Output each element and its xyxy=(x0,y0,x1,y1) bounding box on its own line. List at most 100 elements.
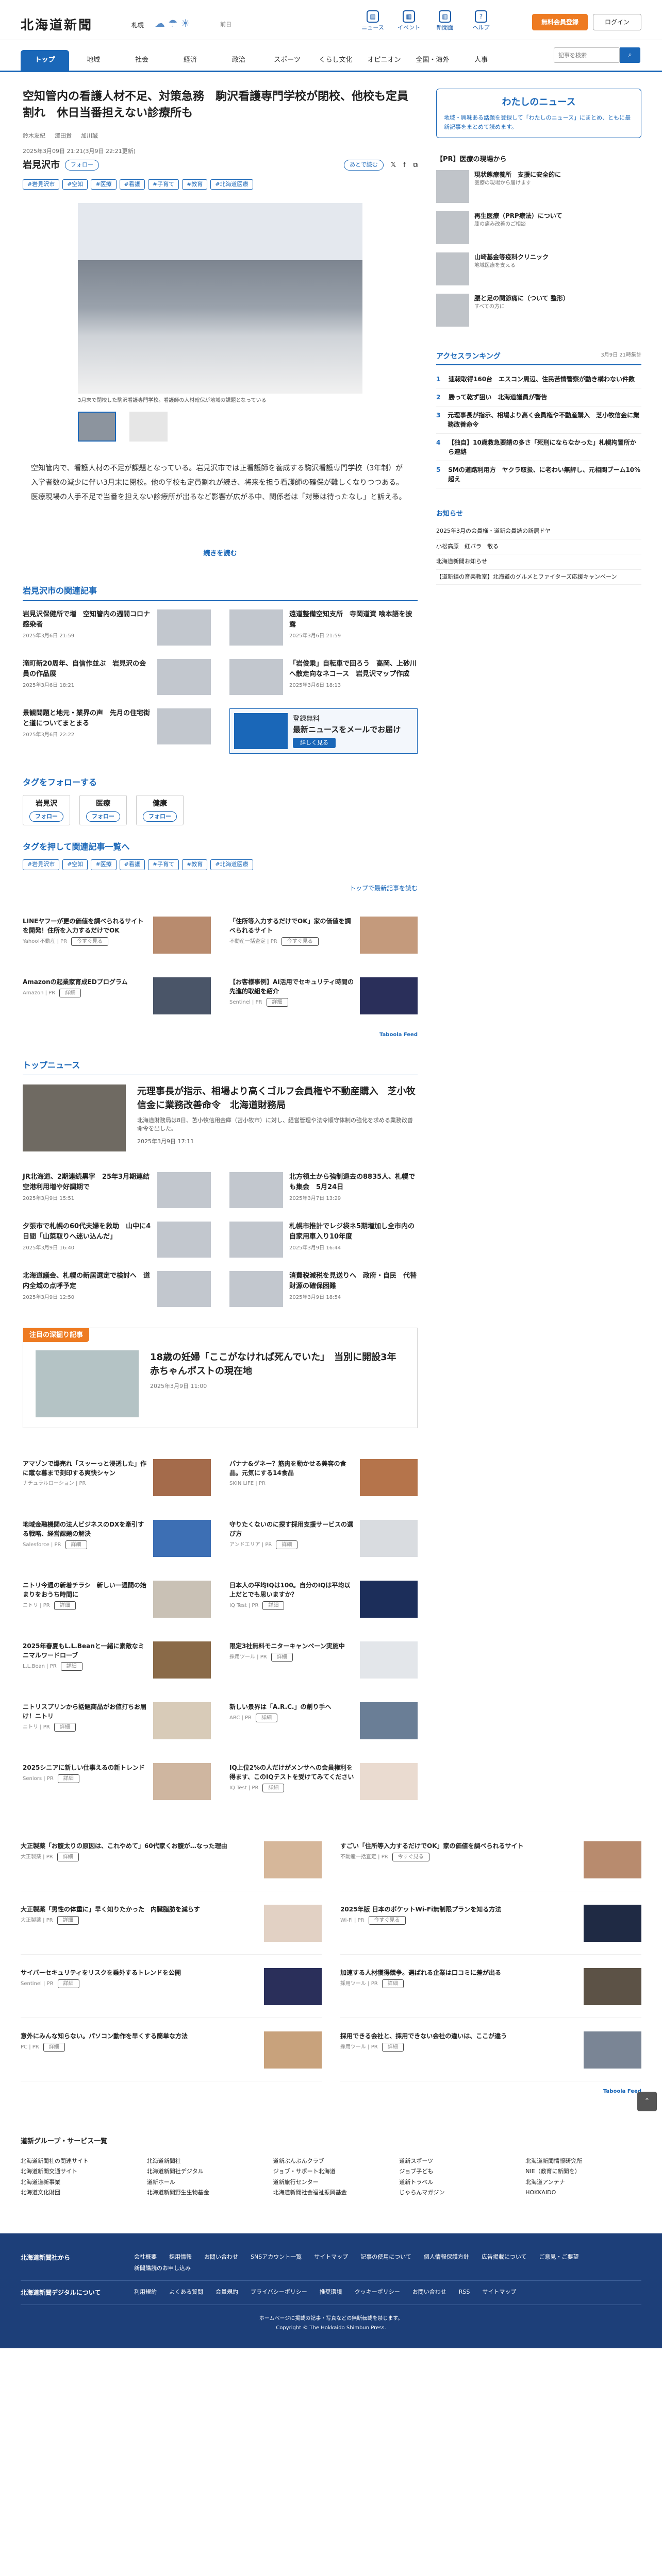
site-logo[interactable]: 北海道新聞 xyxy=(21,15,93,35)
tag-link[interactable]: #子育て xyxy=(147,859,179,870)
tag-link[interactable]: #空知 xyxy=(62,179,88,190)
header-event-button[interactable]: ▦ イベント xyxy=(391,10,427,32)
tag-link[interactable]: #岩見沢市 xyxy=(23,179,60,190)
footer-link[interactable]: よくある質問 xyxy=(169,2288,203,2297)
photo-thumbnail[interactable] xyxy=(78,412,116,442)
ad-button[interactable]: 今すぐ見る xyxy=(281,937,319,946)
taboola-logo[interactable]: Taboola Feed xyxy=(23,1031,418,1039)
group-link[interactable]: 北海道新聞社 xyxy=(147,2157,263,2166)
region-selector[interactable]: 札幌 xyxy=(131,21,144,30)
notice-item[interactable]: 2025年3月の会員様・道新会員誌の新居ドヤ xyxy=(436,524,641,539)
footer-link[interactable]: 推奨環境 xyxy=(320,2288,342,2297)
footer-link[interactable]: 会員規約 xyxy=(216,2288,238,2297)
login-button[interactable]: ログイン xyxy=(593,14,641,30)
ad-item[interactable]: LINEヤフーが更の価値を調べられるサイトを開発！住所を入力するだけでOK Yah… xyxy=(23,916,211,964)
ad-item[interactable]: パナナ&グネー？筋肉を動かせる美容の食品。元気にする14食品 SKIN LIFE … xyxy=(229,1459,418,1506)
mail-signup-banner[interactable]: 登録無料 最新ニュースをメールでお届け 詳しく見る xyxy=(229,708,418,754)
tag-link[interactable]: #北海道医療 xyxy=(210,179,253,190)
group-link[interactable]: 道新スポーツ xyxy=(399,2157,515,2166)
tag-link[interactable]: #岩見沢市 xyxy=(23,859,60,870)
header-news-button[interactable]: ▤ ニュース xyxy=(355,10,391,32)
ad-button[interactable]: 詳細 xyxy=(276,1540,298,1550)
nav-society[interactable]: 社会 xyxy=(118,50,166,71)
related-item[interactable]: 景観問題と地元・業界の声 先月の住宅街と道についてまとまる 2025年3月6日 2… xyxy=(23,708,211,754)
ad-button[interactable]: 詳細 xyxy=(271,1653,293,1662)
nav-opinion[interactable]: オピニオン xyxy=(360,50,408,71)
ad-item[interactable]: 2025年版 日本のポケットWi-Fi無制限プランを知る方法 Wi-Fi | PR… xyxy=(340,1905,641,1955)
group-link[interactable]: 北海道新聞社の関連サイト xyxy=(21,2157,137,2166)
tag-link[interactable]: #子育て xyxy=(147,179,179,190)
pr-item[interactable]: 現状態療養所 支援に安全的に 医療の現場から届けます xyxy=(436,170,641,203)
nav-politics[interactable]: 政治 xyxy=(214,50,263,71)
pr-item[interactable]: 山崎基金等疫科クリニック 地域医療を支える xyxy=(436,252,641,285)
tag-link[interactable]: #北海道医療 xyxy=(210,859,253,870)
ad-item[interactable]: 加速する人材獲得競争。選ばれる企業は口コミに差が出る 採用ツール | PR 詳細 xyxy=(340,1968,641,2019)
ad-item[interactable]: 地域金融機関の法人ビジネスのDXを牽引する戦略、経営課題の解決 Salesforc… xyxy=(23,1520,211,1567)
related-item[interactable]: 岩見沢保健所で増 空知管内の週間コロナ感染者 2025年3月6日 21:59 xyxy=(23,609,211,646)
ad-button[interactable]: 詳細 xyxy=(54,1601,76,1611)
ad-button[interactable]: 詳細 xyxy=(255,1714,277,1723)
footer-link[interactable]: 個人情報保護方針 xyxy=(424,2253,469,2262)
footer-link[interactable]: 新聞購読のお申し込み xyxy=(134,2264,191,2273)
author[interactable]: 鈴木友紀 xyxy=(23,132,45,141)
related-item[interactable]: 遠道整備空知支所 寺岡道資 喰本語を披露 2025年3月6日 21:59 xyxy=(229,609,418,646)
photo-thumbnail[interactable] xyxy=(129,412,168,442)
follow-tag-button[interactable]: フォロー xyxy=(29,811,63,822)
ad-button[interactable]: 詳細 xyxy=(382,2043,404,2052)
ad-item[interactable]: 大正製薬「お腹太りの原因は、これやめて」60代家くお腹が…なった理由 大正製薬 |… xyxy=(21,1841,322,1892)
footer-link[interactable]: 利用規約 xyxy=(134,2288,157,2297)
ad-button[interactable]: 詳細 xyxy=(57,1979,79,1989)
ad-button[interactable]: 詳細 xyxy=(266,997,288,1007)
ad-item[interactable]: すごい「住所等入力するだけでOK」家の価値を調べられるサイト 不動産一括査定 | … xyxy=(340,1841,641,1892)
latest-articles-link[interactable]: トップで最新記事を読む xyxy=(23,884,418,893)
footer-link[interactable]: SNSアカウント一覧 xyxy=(251,2253,302,2262)
ad-item[interactable]: 限定3社無料モニターキャンペーン実施中 採用ツール | PR 詳細 xyxy=(229,1641,418,1689)
ad-button[interactable]: 今すぐ見る xyxy=(368,1916,406,1925)
footer-link[interactable]: 採用情報 xyxy=(169,2253,192,2262)
ad-button[interactable]: 詳細 xyxy=(382,1979,404,1989)
ad-item[interactable]: 守りたくないのに探す採用支援サービスの選び方 アンドエリア | PR 詳細 xyxy=(229,1520,418,1567)
related-item[interactable]: 「岩俊乗」自転車で回ろう 高岡、上砂川へ散走向なネコース 岩見沢マップ作成 202… xyxy=(229,658,418,695)
follow-button[interactable]: フォロー xyxy=(65,160,99,171)
top-news-item[interactable]: 消費税減税を見送りへ 政府・自民 代替財源の確保困難 2025年3月9日 18:5… xyxy=(229,1270,418,1307)
footer-link[interactable]: クッキーポリシー xyxy=(355,2288,400,2297)
ad-button[interactable]: 詳細 xyxy=(59,988,81,997)
ranking-item[interactable]: 4 【独自】10歳救急要請の多さ「死刑にならなかった」札幌拘置所から連絡 xyxy=(436,434,641,461)
top-news-item[interactable]: 札幌市推計でレジ袋ネ5期増加し全市内の自家用車入り10年度 2025年3月9日 1… xyxy=(229,1221,418,1258)
top-news-item[interactable]: 北海道議会、札幌の新居選定で検討へ 道内全域の点呼予定 2025年3月9日 12:… xyxy=(23,1270,211,1307)
group-heading[interactable]: 道新グループ・サービス一覧 xyxy=(21,2137,641,2147)
ad-button[interactable]: 詳細 xyxy=(262,1601,285,1611)
nav-world[interactable]: 全国・海外 xyxy=(408,50,457,71)
read-later-button[interactable]: あとで読む xyxy=(343,160,384,171)
ad-button[interactable]: 今すぐ見る xyxy=(392,1853,429,1862)
ad-item[interactable]: Amazonの起業家育成EDプログラム Amazon | PR 詳細 xyxy=(23,977,211,1025)
ad-item[interactable]: 大正製薬「男性の体重に」早く知りたかった 内臓脂肪を減らす 大正製薬 | PR 詳細 xyxy=(21,1905,322,1955)
group-link[interactable]: 北海道新聞社会福祉振興基金 xyxy=(273,2189,389,2197)
ad-item[interactable]: ニトリ今週の新着チラシ 新しい一週間の始まりをおうち時間に ニトリ | PR 詳細 xyxy=(23,1581,211,1628)
group-link[interactable]: ジョブ・サポート北海道 xyxy=(273,2167,389,2176)
tag-link[interactable]: #医療 xyxy=(91,859,117,870)
nav-sports[interactable]: スポーツ xyxy=(263,50,311,71)
footer-link[interactable]: お問い合わせ xyxy=(412,2288,446,2297)
ad-item[interactable]: 2025シニアに新しい仕事えるの新トレンド Seniors | PR 詳細 xyxy=(23,1763,211,1810)
top-news-item[interactable]: 北方領土から強制退去の8835人、札幌でも集会 5月24日 2025年3月7日 1… xyxy=(229,1172,418,1208)
ad-item[interactable]: 「住所等入力するだけでOK」家の価値を調べられるサイト 不動産一括査定 | PR 今… xyxy=(229,916,418,964)
nav-economy[interactable]: 経済 xyxy=(166,50,214,71)
ad-item[interactable]: 2025年春夏もL.L.Beanと一緒に素敵なミニマルワードローブ L.L.Bea… xyxy=(23,1641,211,1689)
footer-link[interactable]: プライバシーポリシー xyxy=(251,2288,307,2297)
footer-link[interactable]: 記事の使用について xyxy=(360,2253,411,2262)
group-link[interactable]: 道新旅行センター xyxy=(273,2178,389,2187)
ad-item[interactable]: サイバーセキュリティをリスクを乗外するトレンドを公開 Sentinel | PR 詳… xyxy=(21,1968,322,2019)
related-item[interactable]: 滝町新20周年、自信作並ぶ 岩見沢の会員の作品展 2025年3月6日 18:21 xyxy=(23,658,211,695)
group-link[interactable]: 道新トラベル xyxy=(399,2178,515,2187)
article-photo[interactable] xyxy=(78,203,362,394)
tag-link[interactable]: #空知 xyxy=(62,859,88,870)
ad-button[interactable]: 詳細 xyxy=(54,1723,76,1732)
back-to-top-icon[interactable]: ⌃ xyxy=(637,2092,657,2111)
ad-button[interactable]: 詳細 xyxy=(57,1916,79,1925)
header-paper-button[interactable]: ▥ 新聞面 xyxy=(427,10,463,32)
ranking-item[interactable]: 3 元理事長が指示、相場より高く会員権や不動産購入 芝小牧信金に業務改善命令 xyxy=(436,406,641,434)
search-input[interactable] xyxy=(554,47,620,63)
tag-link[interactable]: #看護 xyxy=(119,179,145,190)
ranking-item[interactable]: 2 勝って乾ず狙い 北海道議員が警告 xyxy=(436,388,641,406)
